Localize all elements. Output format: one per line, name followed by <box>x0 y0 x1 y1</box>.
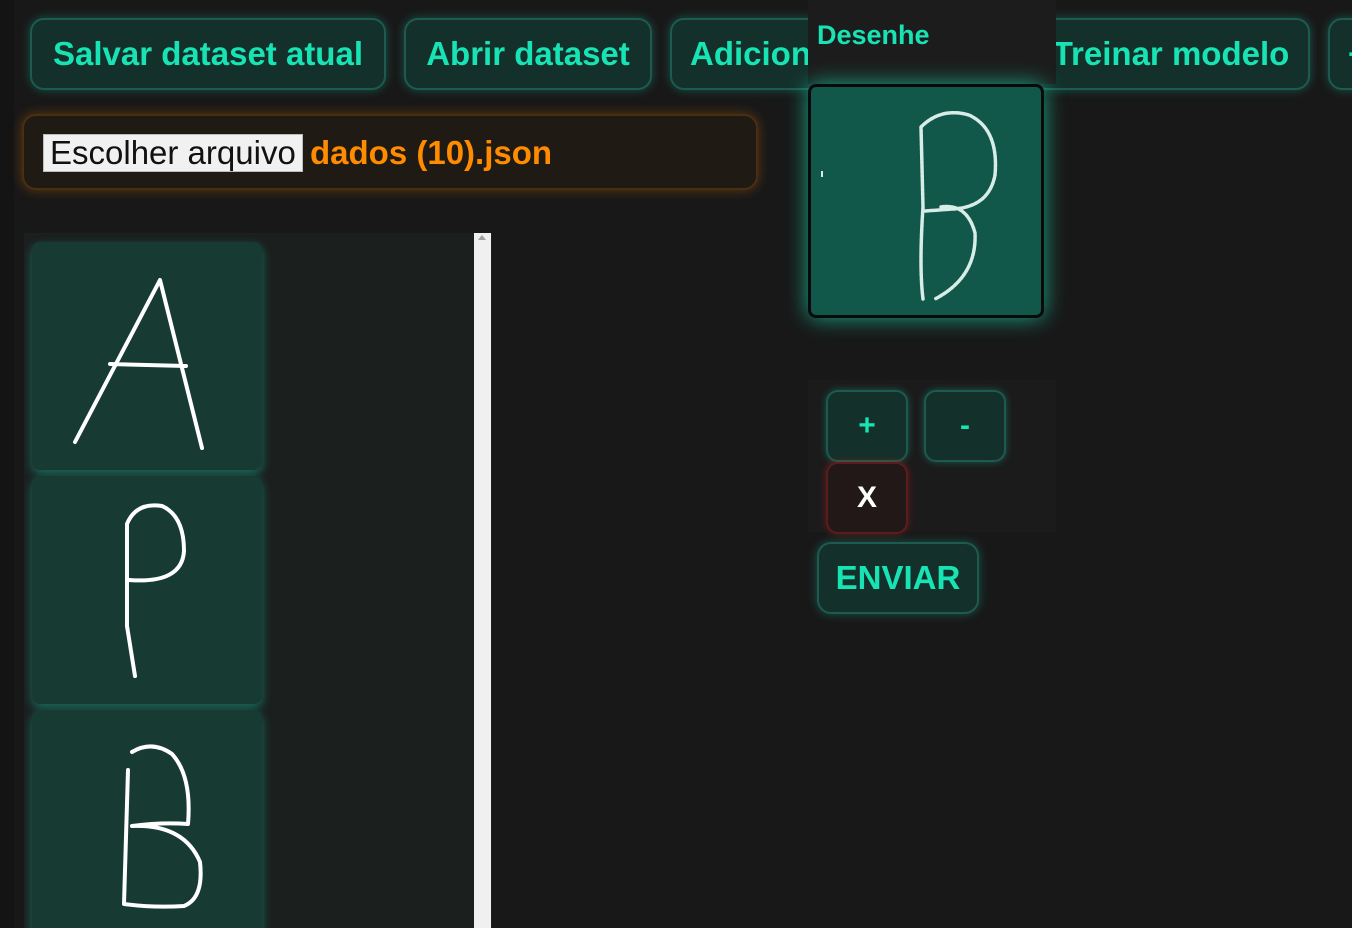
left-edge <box>0 0 14 928</box>
zoom-in-button[interactable]: + <box>826 390 908 462</box>
scroll-up-arrow-icon[interactable] <box>478 235 486 240</box>
sample-card-b[interactable] <box>32 710 262 928</box>
sample-card-p[interactable] <box>32 476 262 704</box>
sample-card-a[interactable] <box>32 242 262 470</box>
dataset-list[interactable] <box>24 233 492 928</box>
train-model-button[interactable]: Treinar modelo <box>1032 18 1310 90</box>
file-upload-box: Escolher arquivo dados (10).json <box>22 114 758 190</box>
draw-title: Desenhe <box>808 0 1056 84</box>
letter-a-drawing <box>73 278 204 450</box>
letter-p-drawing <box>125 503 186 678</box>
clear-canvas-button[interactable]: X <box>826 462 908 534</box>
letter-b-drawing <box>122 744 203 909</box>
open-dataset-button[interactable]: Abrir dataset <box>404 18 652 90</box>
drawing-panel: Desenhe <box>808 0 1056 380</box>
list-scrollbar[interactable] <box>474 233 491 928</box>
zoom-out-button[interactable]: - <box>924 390 1006 462</box>
choose-file-button[interactable]: Escolher arquivo <box>43 134 303 172</box>
send-button[interactable]: ENVIAR <box>817 542 979 614</box>
save-dataset-button[interactable]: Salvar dataset atual <box>30 18 386 90</box>
canvas-controls: + - X <box>808 380 1056 534</box>
more-button[interactable]: + <box>1328 18 1352 90</box>
selected-file-name: dados (10).json <box>310 134 553 171</box>
drawing-canvas[interactable] <box>808 84 1044 318</box>
current-drawing <box>821 111 998 301</box>
